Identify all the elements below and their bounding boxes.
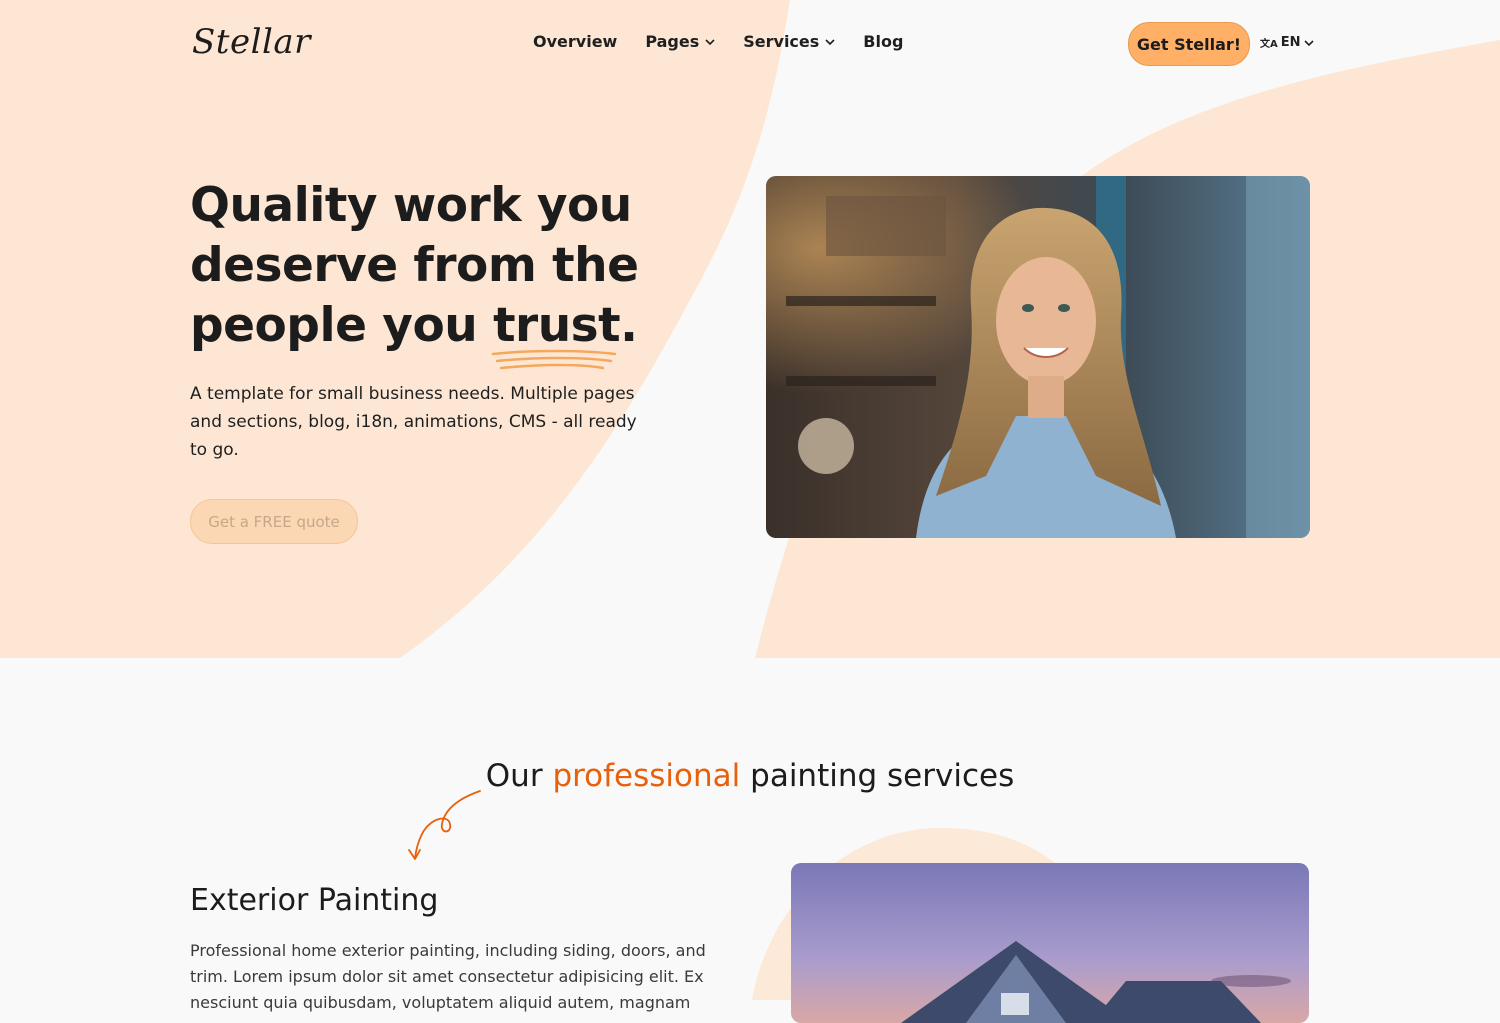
nav-item-label: Overview [533, 32, 618, 51]
nav-item-pages[interactable]: Pages [645, 32, 715, 51]
nav-item-label: Blog [863, 32, 904, 51]
nav-links: Overview Pages Services Blog [533, 32, 903, 51]
chevron-down-icon [825, 38, 835, 45]
service-description: Professional home exterior painting, inc… [190, 941, 706, 1012]
scribble-underline-icon [491, 349, 617, 370]
house-image [791, 863, 1309, 1023]
services-title-after: painting services [750, 758, 1015, 794]
hero-title-highlight-wrap: trust. [491, 296, 638, 370]
nav-item-overview[interactable]: Overview [533, 32, 617, 51]
hero-photo-woman [766, 176, 1310, 538]
chevron-down-icon [1303, 39, 1314, 46]
nav-item-label: Pages [645, 32, 700, 51]
hero-title: Quality work you deserve from the people… [190, 176, 660, 370]
logo[interactable]: Stellar [192, 22, 311, 62]
services-section-title: Our professional painting services [0, 758, 1500, 794]
free-quote-button[interactable]: Get a FREE quote [190, 499, 358, 544]
language-selector[interactable]: 文A EN [1260, 35, 1314, 50]
translate-icon: 文A [1260, 39, 1278, 50]
nav-item-services[interactable]: Services [743, 32, 835, 51]
services-title-accent: professional [552, 758, 741, 794]
hero-title-highlight: trust. [493, 298, 638, 353]
woman-portrait-image [766, 176, 1310, 538]
nav-item-blog[interactable]: Blog [863, 32, 903, 51]
get-stellar-button[interactable]: Get Stellar! [1128, 22, 1250, 66]
top-navbar: Stellar Overview Pages Services Blog Get… [0, 0, 1500, 88]
hero-description: A template for small business needs. Mul… [190, 384, 637, 460]
curly-arrow-icon [408, 790, 481, 860]
nav-item-label: Services [743, 32, 820, 51]
services-title-before: Our [485, 758, 543, 794]
house-photo [791, 863, 1309, 1023]
chevron-down-icon [705, 38, 715, 45]
service-title-exterior-painting: Exterior Painting [190, 883, 439, 918]
language-label: EN [1280, 35, 1301, 50]
